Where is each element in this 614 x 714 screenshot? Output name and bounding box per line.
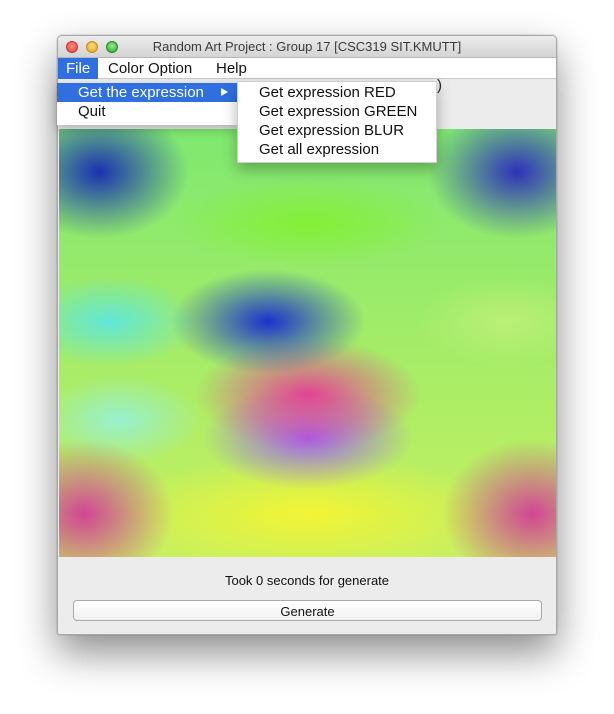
menu-bar: File Color Option Help xyxy=(58,58,556,79)
random-art-canvas xyxy=(59,129,556,557)
menu-item-get-the-expression[interactable]: Get the expression xyxy=(57,83,238,102)
menu-item-get-expression-blur[interactable]: Get expression BLUR xyxy=(238,121,436,140)
window-title: Random Art Project : Group 17 [CSC319 SI… xyxy=(152,39,462,54)
menu-item-get-expression-green[interactable]: Get expression GREEN xyxy=(238,102,436,121)
title-bar: Random Art Project : Group 17 [CSC319 SI… xyxy=(58,36,556,58)
file-menu-dropdown: Get the expression Quit xyxy=(57,83,238,125)
menu-item-label: Get the expression xyxy=(78,84,204,101)
menu-item-get-expression-red[interactable]: Get expression RED xyxy=(238,83,436,102)
menu-file[interactable]: File xyxy=(58,58,99,79)
menu-item-get-all-expression[interactable]: Get all expression xyxy=(238,140,436,159)
menu-help[interactable]: Help xyxy=(208,58,255,79)
menu-item-quit[interactable]: Quit xyxy=(57,102,238,121)
partially-hidden-text: ) xyxy=(437,77,442,94)
expression-submenu: Get expression RED Get expression GREEN … xyxy=(237,81,437,163)
menu-color-option[interactable]: Color Option xyxy=(100,58,200,79)
submenu-arrow-icon xyxy=(221,88,228,96)
footer-panel: Took 0 seconds for generate Generate xyxy=(58,557,556,634)
status-label: Took 0 seconds for generate xyxy=(224,573,390,588)
generate-button[interactable]: Generate xyxy=(73,600,542,621)
menu-item-label: Quit xyxy=(78,103,106,120)
